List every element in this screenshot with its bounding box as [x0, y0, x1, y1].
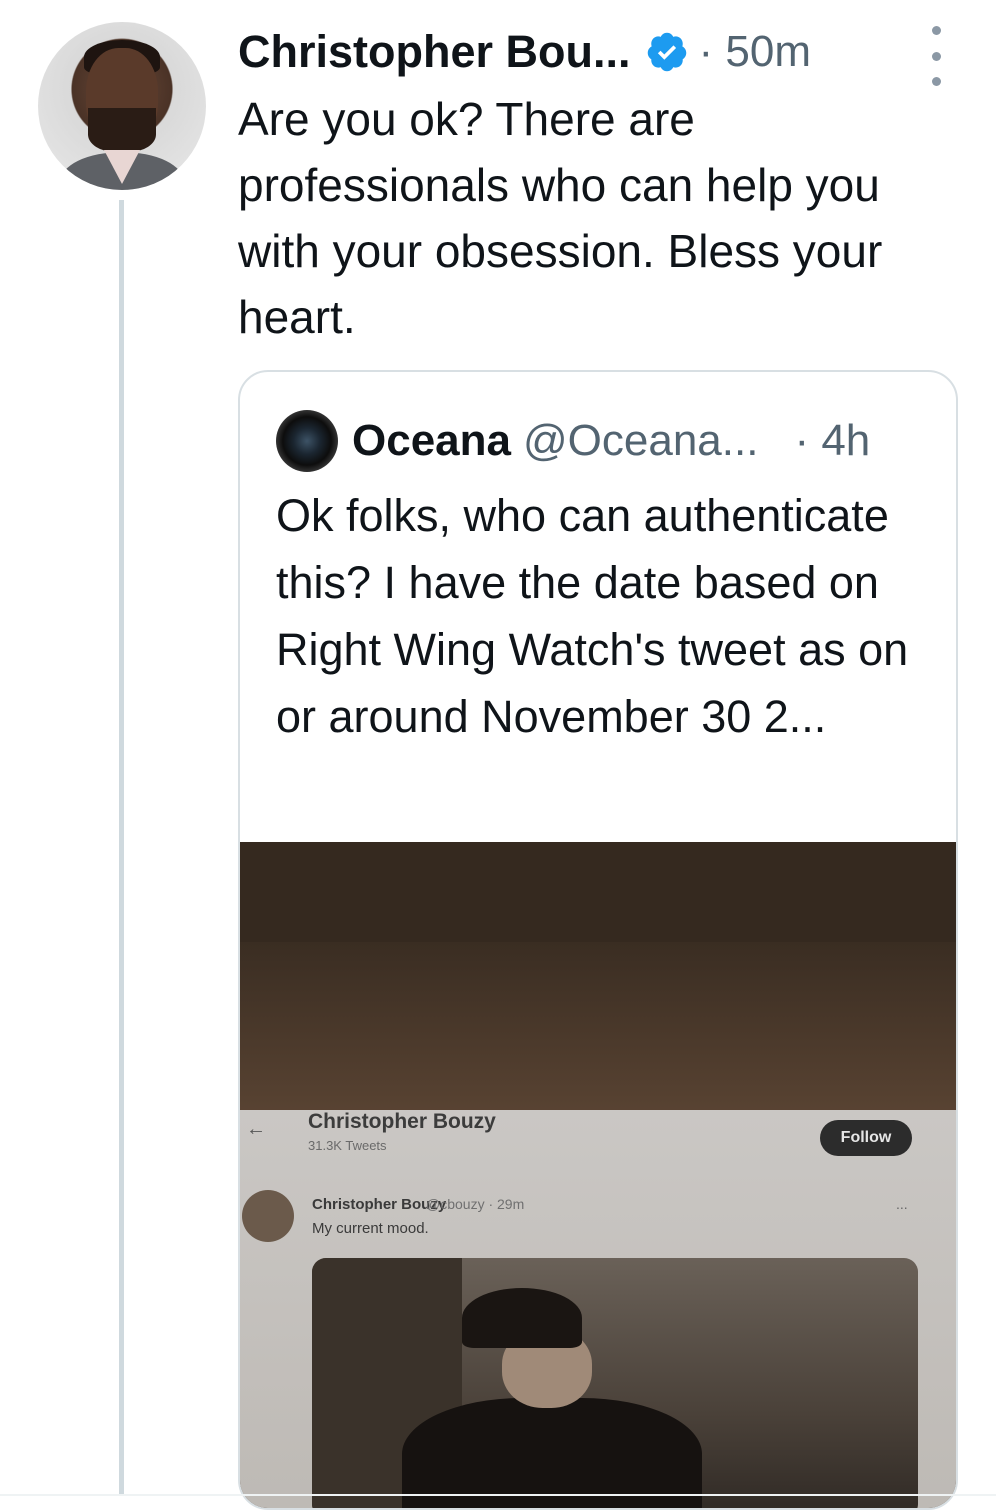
author-name[interactable]: Christopher Bou...: [238, 26, 631, 78]
more-vertical-icon[interactable]: [926, 26, 946, 86]
tweet-text: Are you ok? There are professionals who …: [238, 93, 883, 343]
more-dot: [931, 26, 941, 35]
screen-follow-button: Follow: [820, 1120, 912, 1156]
quote-text: Ok folks, who can authenticate this? I h…: [276, 490, 909, 742]
back-arrow-icon: ←: [246, 1118, 266, 1140]
photo-figure-hat: [462, 1288, 582, 1348]
quote-avatar[interactable]: [276, 410, 338, 472]
quote-media-image[interactable]: ← Christopher Bouzy 31.3K Tweets Follow …: [240, 842, 956, 1508]
avatar-beard: [88, 108, 156, 152]
tweet-header: Christopher Bou... · 50m: [238, 22, 956, 86]
media-photographed-screen: ← Christopher Bouzy 31.3K Tweets Follow …: [240, 1110, 956, 1508]
screen-profile-name: Christopher Bouzy: [308, 1110, 496, 1133]
quote-time[interactable]: · 4h: [794, 416, 870, 466]
screen-tweet-count: 31.3K Tweets: [308, 1138, 387, 1153]
quoted-tweet[interactable]: Oceana @Oceana... · 4h Ok folks, who can…: [238, 370, 958, 1510]
tweet-time[interactable]: · 50m: [699, 27, 811, 77]
media-photo-frame: [240, 942, 956, 1122]
screen-tweet-handle: @cbouzy · 29m: [426, 1196, 525, 1212]
more-dot: [931, 77, 941, 86]
screen-tweet-text: My current mood.: [312, 1220, 429, 1237]
quote-author-name[interactable]: Oceana: [352, 416, 511, 466]
screen-avatar: [242, 1190, 294, 1242]
screen-tweet-photo: [312, 1258, 918, 1508]
quote-header: Oceana @Oceana... · 4h: [276, 406, 932, 476]
screen-more-icon: ...: [896, 1196, 908, 1212]
author-avatar[interactable]: [38, 22, 206, 190]
verified-badge-icon: [647, 32, 686, 72]
thread-line: [119, 200, 124, 1496]
quote-author-handle[interactable]: @Oceana...: [523, 416, 758, 466]
more-dot: [931, 51, 941, 61]
